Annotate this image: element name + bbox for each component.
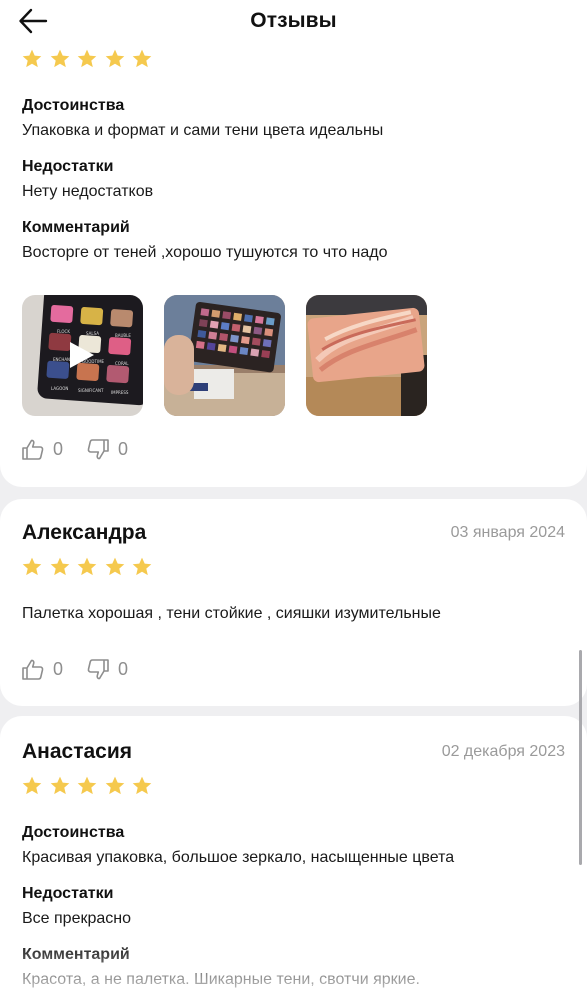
star-icon [50,557,69,576]
rating-stars [22,49,152,68]
shade-label: IMPRESS [111,390,129,395]
pros-text: Красивая упаковка, большое зеркало, насы… [22,849,455,866]
review-date: 03 января 2024 [450,524,565,541]
palette-photo [164,295,285,416]
star-icon [132,49,152,68]
like-button[interactable]: 0 [22,439,63,460]
pros-text: Упаковка и формат и сами тени цвета идеа… [22,122,384,139]
like-button[interactable]: 0 [22,659,63,680]
shade-label: SIGNIFICANT [78,388,104,393]
review-card: Александра 03 января 2024 Палетка хороша… [0,499,587,706]
comment-text: Красота, а не палетка. Шикарные тени, св… [22,971,420,988]
dislike-button[interactable]: 0 [87,439,128,460]
comment-text: Восторге от теней ,хорошо тушуются то чт… [22,244,388,261]
star-icon [77,776,97,795]
thumbs-down-icon [87,659,109,680]
top-bar: Отзывы [0,0,587,44]
shade-label: FLOCK [57,329,70,334]
rating-stars [22,557,152,576]
star-icon [77,49,97,68]
star-icon [50,776,69,795]
star-icon [105,49,124,68]
shade-label: SALSA [86,331,99,336]
star-icon [22,557,42,576]
page-title: Отзывы [250,9,337,32]
review-date: 02 декабря 2023 [441,743,565,760]
review-votes: 0 0 [22,439,152,460]
shade-label: LAGOON [51,386,68,391]
thumbs-up-icon [22,659,44,680]
review-card: Достоинства Упаковка и формат и сами тен… [0,0,587,487]
dislike-count: 0 [118,659,129,679]
star-icon [105,557,124,576]
comment-label: Комментарий [22,219,130,236]
shade-label: BAUBLE [115,333,131,338]
pros-label: Достоинства [22,97,125,114]
star-icon [132,557,152,576]
review-author: Александра [22,521,147,544]
reviews-screen: Отзывы Достоинства Упаковка и формат и с… [0,0,587,1000]
comment-text: Палетка хорошая , тени стойкие , сияшки … [22,605,441,622]
star-icon [77,557,97,576]
review-card: Анастасия 02 декабря 2023 Достоинства Кр… [0,716,587,1000]
star-icon [50,49,69,68]
rating-stars [22,776,152,795]
cons-label: Недостатки [22,158,114,175]
like-count: 0 [53,659,64,679]
scrollbar[interactable] [579,650,582,865]
comment-label: Комментарий [22,946,130,963]
palette-photo: FLOCK SALSA BAUBLE ENCHANT GOODTIME CORA… [22,295,143,416]
review-photos: FLOCK SALSA BAUBLE ENCHANT GOODTIME CORA… [22,295,427,416]
pros-label: Достоинства [22,824,125,841]
palette-photo [306,295,427,416]
thumbs-up-icon [22,439,44,460]
shade-label: CORAL [115,361,129,366]
review-author: Анастасия [22,740,133,763]
cons-text: Нету недостатков [22,183,154,200]
review-photo[interactable] [306,295,427,416]
cons-text: Все прекрасно [22,910,132,927]
star-icon [22,49,42,68]
star-icon [105,776,124,795]
star-icon [132,776,152,795]
dislike-count: 0 [118,439,129,459]
star-icon [22,776,42,795]
review-photo[interactable] [164,295,285,416]
shade-label: GOODTIME [82,359,105,364]
dislike-button[interactable]: 0 [87,659,128,680]
like-count: 0 [53,439,64,459]
cons-label: Недостатки [22,885,114,902]
thumbs-down-icon [87,439,109,460]
review-votes: 0 0 [22,659,152,680]
video-thumbnail[interactable]: FLOCK SALSA BAUBLE ENCHANT GOODTIME CORA… [22,295,143,416]
